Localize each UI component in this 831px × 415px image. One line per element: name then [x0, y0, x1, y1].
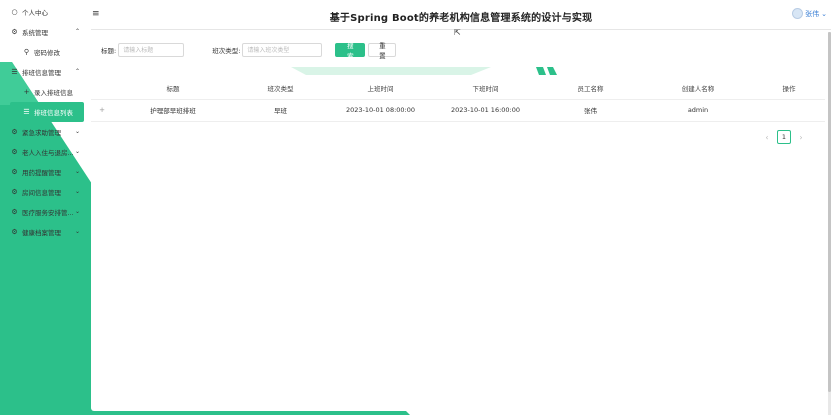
gear-icon: ⚙: [11, 148, 18, 156]
chevron-up-icon: ⌃: [74, 28, 80, 35]
sidebar-item-schedule[interactable]: ☰ 排班信息管理 ⌃: [0, 62, 88, 82]
chevron-down-icon: ⌄: [74, 188, 80, 195]
type-label: 班次类型:: [212, 47, 241, 55]
sidebar-item-label: 用药提醒管理: [22, 169, 61, 177]
table-cell: 早班: [233, 99, 328, 122]
column-header: 标题: [113, 77, 233, 100]
table-cell: 张伟: [538, 99, 643, 122]
sidebar-item-label: 老人入住与退房...: [22, 149, 74, 157]
plus-icon: +: [23, 88, 30, 96]
column-header: 创建人名称: [643, 77, 753, 100]
title-search-input[interactable]: [118, 43, 185, 57]
column-header: 下班时间: [433, 77, 538, 100]
chevron-down-icon: ⌄: [74, 148, 80, 155]
sidebar-item-label: 排班信息管理: [22, 69, 61, 77]
gear-icon: ⚙: [11, 128, 18, 136]
sidebar-item-medication[interactable]: ⚙ 用药提醒管理 ⌄: [0, 162, 88, 182]
sidebar-item-label: 健康档案管理: [22, 229, 61, 237]
sidebar-item-label: 医疗服务安排管...: [22, 209, 74, 217]
panel-decoration: [291, 67, 557, 75]
chevron-down-icon: ⌄: [74, 128, 80, 135]
expand-row-button[interactable]: +: [91, 99, 113, 122]
mouse-cursor-icon: ⇱: [454, 28, 461, 37]
sidebar-item-label: 录入排班信息: [34, 89, 73, 97]
reset-button[interactable]: 重 置: [368, 42, 397, 60]
sidebar-item-password[interactable]: ⚲ 密码修改: [0, 42, 88, 62]
table-row[interactable]: + 护理部早班排班 早班 2023-10-01 08:00:00 2023-10…: [91, 99, 825, 122]
pagination: ‹ 1 ›: [761, 130, 807, 144]
list-icon: ☰: [23, 108, 30, 116]
column-header: 操作: [753, 77, 825, 100]
table-cell: admin: [643, 99, 753, 122]
user-icon: ○: [11, 8, 18, 16]
sidebar-item-emergency[interactable]: ⚙ 紧急求助管理 ⌄: [0, 122, 88, 142]
sidebar-item-rooms[interactable]: ⚙ 房间信息管理 ⌄: [0, 182, 88, 202]
sidebar-item-label: 个人中心: [22, 9, 48, 17]
next-page-button[interactable]: ›: [795, 133, 807, 142]
search-button[interactable]: 搜 索: [335, 42, 366, 60]
sidebar-item-system[interactable]: ⚙ 系统管理 ⌃: [0, 22, 88, 42]
table-cell: 2023-10-01 16:00:00: [433, 99, 538, 122]
sidebar-item-checkin[interactable]: ⚙ 老人入住与退房... ⌄: [0, 142, 88, 162]
content-panel: 标题: 班次类型: 搜 索 重 置 标题 班次类型 上班时间: [91, 33, 825, 411]
gear-icon: ⚙: [11, 188, 18, 196]
page-number-button[interactable]: 1: [777, 130, 791, 144]
type-search-input[interactable]: [242, 43, 323, 57]
gear-icon: ⚙: [11, 28, 18, 36]
gear-icon: ⚙: [11, 228, 18, 236]
sidebar-item-label: 系统管理: [22, 29, 48, 37]
app-title: 基于Spring Boot的养老机构信息管理系统的设计与实现: [329, 13, 593, 24]
sidebar: ○ 个人中心 ⚙ 系统管理 ⌃ ⚲ 密码修改 ☰ 排班信息管理 ⌃ + 录入排班…: [0, 0, 88, 415]
table-cell: 2023-10-01 08:00:00: [328, 99, 433, 122]
gear-icon: ⚙: [11, 208, 18, 216]
sidebar-item-profile[interactable]: ○ 个人中心: [0, 2, 88, 22]
sidebar-item-label: 房间信息管理: [22, 189, 61, 197]
chevron-down-icon: ⌄: [74, 168, 80, 175]
user-menu[interactable]: 张伟 ⌄: [792, 8, 827, 19]
chevron-up-icon: ⌃: [74, 68, 80, 75]
top-bar: ≡ 基于Spring Boot的养老机构信息管理系统的设计与实现 张伟 ⌄: [91, 0, 831, 30]
sidebar-item-medical[interactable]: ⚙ 医疗服务安排管... ⌄: [0, 202, 88, 222]
avatar: [792, 8, 804, 19]
chevron-down-icon: ⌄: [74, 228, 80, 235]
column-header: 班次类型: [233, 77, 328, 100]
schedule-table: 标题 班次类型 上班时间 下班时间 员工名称 创建人名称 操作 + 护理部早班排…: [91, 77, 825, 122]
search-bar: 标题: 班次类型: 搜 索 重 置: [101, 42, 399, 60]
table-cell: 护理部早班排班: [113, 99, 233, 122]
sidebar-item-label: 紧急求助管理: [22, 129, 61, 137]
user-name: 张伟: [805, 9, 820, 18]
column-header: 员工名称: [538, 77, 643, 100]
gear-icon: ⚙: [11, 168, 18, 176]
table-cell-actions: [753, 99, 825, 122]
column-header: 上班时间: [328, 77, 433, 100]
sidebar-item-add-schedule[interactable]: + 录入排班信息: [0, 82, 88, 102]
table-header-row: 标题 班次类型 上班时间 下班时间 员工名称 创建人名称 操作: [91, 77, 825, 100]
column-header: [91, 77, 113, 100]
sidebar-item-label: 密码修改: [34, 49, 60, 57]
key-icon: ⚲: [23, 48, 30, 56]
sidebar-item-schedule-list[interactable]: ☰ 排班信息列表: [10, 102, 84, 122]
main-area: ≡ 基于Spring Boot的养老机构信息管理系统的设计与实现 张伟 ⌄ 标题…: [91, 0, 831, 415]
chevron-down-icon: ⌄: [821, 9, 827, 18]
sidebar-item-health[interactable]: ⚙ 健康档案管理 ⌄: [0, 222, 88, 242]
sidebar-item-label: 排班信息列表: [34, 109, 73, 117]
chevron-down-icon: ⌄: [74, 208, 80, 215]
prev-page-button[interactable]: ‹: [761, 133, 773, 142]
list-icon: ☰: [11, 68, 18, 76]
title-label: 标题:: [101, 47, 117, 55]
